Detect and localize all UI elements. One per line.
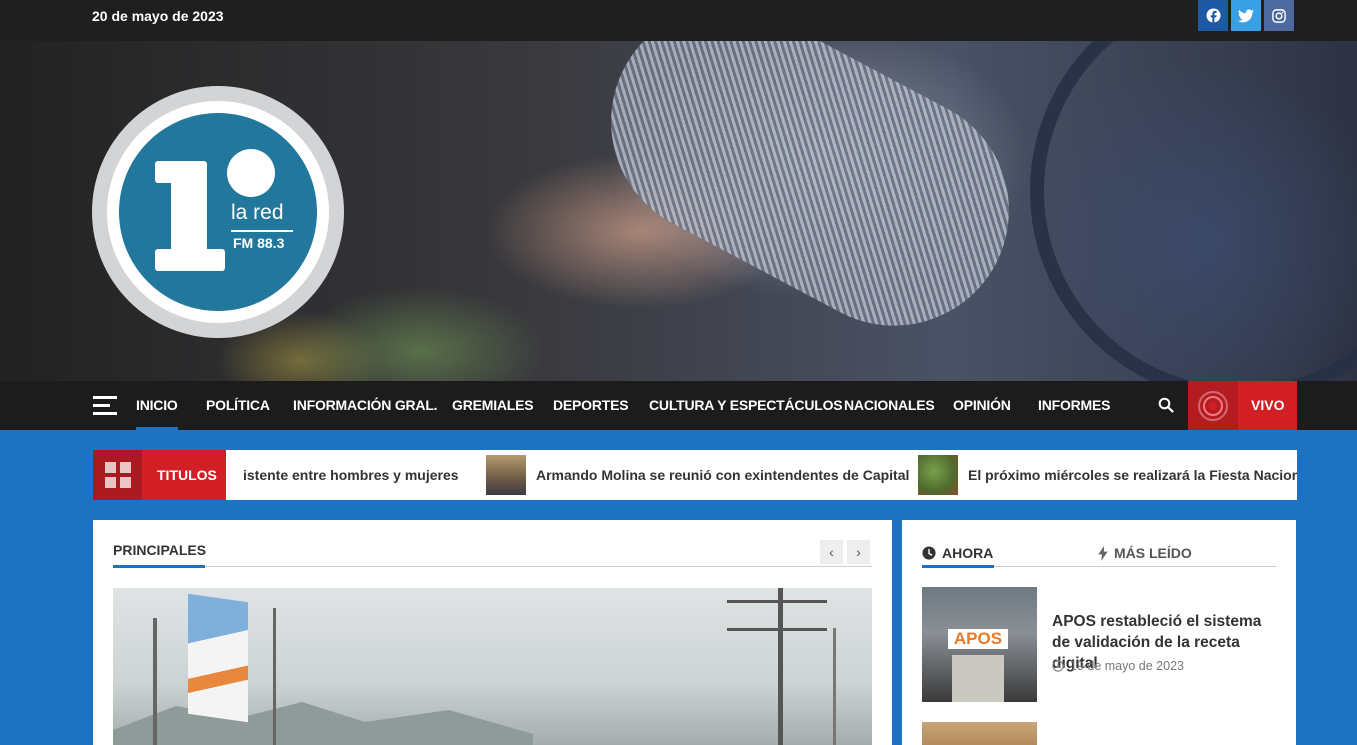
- nav-item-deportes[interactable]: DEPORTES: [553, 381, 629, 430]
- logo-text-la-red: la red: [231, 201, 284, 224]
- news-ticker: TITULOS istente entre hombres y mujeres …: [93, 450, 1297, 500]
- nav-item-inicio[interactable]: INICIO: [136, 381, 178, 430]
- facebook-icon[interactable]: [1198, 0, 1228, 31]
- microphone-image: [570, 41, 1050, 367]
- nav-item-cultura-y-espectaculos[interactable]: CULTURA Y ESPECTÁCULOS: [649, 381, 843, 430]
- nav-item-gremiales[interactable]: GREMIALES: [452, 381, 534, 430]
- live-button[interactable]: VIVO: [1188, 381, 1297, 430]
- side-news-panel: AHORA MÁS LEÍDO APOS APOS restableció el…: [902, 520, 1296, 745]
- search-icon[interactable]: [1158, 397, 1176, 415]
- ticker-item[interactable]: El próximo miércoles se realizará la Fie…: [918, 450, 1297, 500]
- clock-icon: [922, 546, 936, 560]
- live-label: VIVO: [1251, 397, 1285, 413]
- ticker-thumbnail: [486, 455, 526, 495]
- bolt-icon: [1098, 545, 1108, 561]
- nav-item-nacionales[interactable]: NACIONALES: [844, 381, 935, 430]
- ticker-label: TITULOS: [157, 467, 217, 483]
- nav-item-informacion-gral[interactable]: INFORMACIÓN GRAL.: [293, 381, 438, 430]
- social-links: [1198, 0, 1294, 31]
- tab-ahora[interactable]: AHORA: [922, 540, 993, 566]
- nav-item-politica[interactable]: POLÍTICA: [206, 381, 270, 430]
- grid-icon: [93, 450, 142, 500]
- featured-image[interactable]: [113, 588, 872, 745]
- news-thumbnail[interactable]: [922, 722, 1037, 745]
- current-date: 20 de mayo de 2023: [92, 8, 224, 24]
- nav-item-informes[interactable]: INFORMES: [1038, 381, 1110, 430]
- main-navigation: INICIO POLÍTICA INFORMACIÓN GRAL. GREMIA…: [0, 381, 1357, 430]
- ticker-item[interactable]: Armando Molina se reunió con exintendent…: [486, 450, 909, 500]
- header-banner: la red FM 88.3: [0, 41, 1357, 381]
- ticker-track: istente entre hombres y mujeres Armando …: [243, 450, 1297, 500]
- live-broadcast-icon: [1188, 381, 1238, 430]
- news-date: 19 de mayo de 2023: [1052, 659, 1184, 673]
- microphone-mount-image: [1030, 41, 1357, 381]
- section-title: PRINCIPALES: [113, 542, 207, 558]
- chevron-left-icon[interactable]: ‹: [820, 540, 843, 564]
- news-thumbnail[interactable]: APOS: [922, 587, 1037, 702]
- nav-item-opinion[interactable]: OPINIÓN: [953, 381, 1011, 430]
- logo-text-frequency: FM 88.3: [233, 235, 285, 251]
- principales-section: PRINCIPALES ‹ ›: [93, 520, 892, 745]
- tab-mas-leido[interactable]: MÁS LEÍDO: [1098, 540, 1192, 566]
- ticker-thumbnail: [918, 455, 958, 495]
- instagram-icon[interactable]: [1264, 0, 1294, 31]
- clock-icon: [1052, 660, 1064, 672]
- top-bar: 20 de mayo de 2023: [0, 0, 1357, 41]
- ticker-header: TITULOS: [93, 450, 226, 500]
- apos-sign: APOS: [948, 629, 1008, 649]
- twitter-icon[interactable]: [1231, 0, 1261, 31]
- menu-icon[interactable]: [93, 396, 117, 416]
- chevron-right-icon[interactable]: ›: [847, 540, 870, 564]
- ticker-item[interactable]: istente entre hombres y mujeres: [243, 450, 459, 500]
- site-logo[interactable]: la red FM 88.3: [92, 86, 344, 338]
